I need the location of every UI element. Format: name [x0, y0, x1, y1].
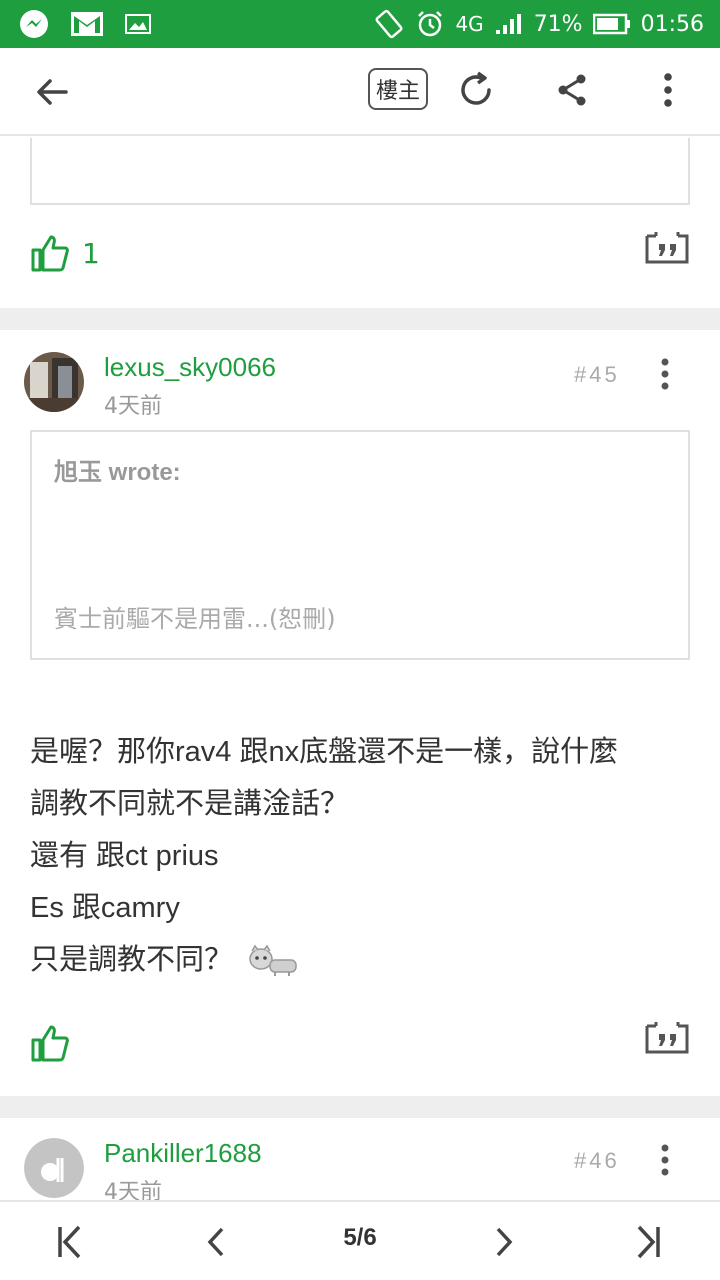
signal-icon — [494, 12, 524, 36]
back-arrow-icon — [37, 79, 68, 105]
rotate-icon — [373, 8, 405, 40]
previous-page-button[interactable] — [192, 1218, 240, 1266]
more-vert-icon — [661, 1144, 669, 1176]
reply-quote-button[interactable] — [644, 228, 690, 268]
reply-quote-button[interactable] — [644, 1018, 690, 1058]
username[interactable]: Pankiller1688 — [104, 1138, 262, 1169]
refresh-icon — [461, 71, 491, 105]
more-vert-icon — [664, 73, 672, 107]
emoticon-icon — [249, 944, 297, 976]
previous-quote-box — [30, 138, 690, 205]
post-line-with-emoji: 只是調教不同？ — [30, 934, 690, 986]
post-divider — [0, 1096, 720, 1118]
post-body: 是喔？那你rav4 跟nx底盤還不是一樣，說什麼 調教不同就不是講淦話？ 還有 … — [30, 726, 690, 986]
page-navigator: 5/6 — [0, 1200, 720, 1280]
more-options-button[interactable] — [644, 66, 692, 114]
alarm-icon — [415, 9, 445, 39]
avatar[interactable] — [24, 352, 84, 412]
app-bar: 樓主 — [0, 48, 720, 136]
thumbs-up-icon — [31, 235, 69, 272]
network-type: 4G — [455, 12, 484, 36]
image-icon — [124, 12, 152, 36]
post-time: 4天前 — [104, 1180, 162, 1200]
gmail-icon — [70, 10, 104, 38]
messenger-icon — [18, 8, 50, 40]
quote-text: 賓士前驅不是用雷...(恕刪) — [54, 605, 336, 633]
refresh-button[interactable] — [452, 66, 500, 114]
quote-author: 旭玉 wrote: — [54, 459, 181, 486]
next-page-button[interactable] — [480, 1218, 528, 1266]
quote-box[interactable]: 旭玉 wrote: 賓士前驅不是用雷...(恕刪) — [30, 430, 690, 660]
last-page-icon — [637, 1225, 660, 1259]
post-line: 調教不同就不是講淦話？ — [30, 788, 350, 820]
clock: 01:56 — [640, 11, 704, 37]
back-button[interactable] — [28, 68, 76, 116]
first-page-icon — [58, 1225, 81, 1259]
chevron-right-icon — [496, 1227, 513, 1257]
battery-icon — [592, 13, 631, 35]
avatar[interactable] — [24, 1138, 84, 1198]
thumbs-up-icon — [31, 1025, 69, 1062]
share-button[interactable] — [548, 66, 596, 114]
only-op-button[interactable]: 樓主 — [368, 68, 428, 110]
like-button[interactable] — [30, 1024, 70, 1062]
last-page-button[interactable] — [624, 1218, 672, 1266]
floor-number: #45 — [574, 362, 620, 387]
post-line: Es 跟camry — [30, 892, 180, 924]
post-line: 只是調教不同？ — [30, 944, 234, 976]
more-vert-icon — [661, 358, 669, 390]
share-icon — [558, 74, 586, 106]
battery-percent: 71% — [533, 11, 583, 37]
post-actions-45 — [0, 1018, 720, 1078]
chevron-left-icon — [207, 1227, 224, 1257]
like-button[interactable]: 1 — [30, 234, 100, 272]
post-time: 4天前 — [104, 394, 162, 419]
post-more-button[interactable] — [650, 356, 680, 392]
post-header-46: Pankiller1688 4天前 #46 — [0, 1138, 720, 1200]
quote-icon — [645, 1022, 689, 1054]
post-line: 是喔？那你rav4 跟nx底盤還不是一樣，說什麼 — [30, 736, 619, 768]
post-header-45: lexus_sky0066 4天前 #45 — [0, 352, 720, 432]
status-bar: 4G 71% 01:56 — [0, 0, 720, 48]
quote-icon — [645, 232, 689, 264]
previous-post-actions: 1 — [0, 228, 720, 288]
like-count: 1 — [82, 236, 100, 270]
post-divider — [0, 308, 720, 330]
first-page-button[interactable] — [46, 1218, 94, 1266]
post-line: 還有 跟ct prius — [30, 840, 219, 872]
floor-number: #46 — [574, 1148, 620, 1173]
post-more-button[interactable] — [650, 1142, 680, 1178]
username[interactable]: lexus_sky0066 — [104, 352, 276, 383]
page-indicator[interactable]: 5/6 — [320, 1224, 400, 1252]
thread-content[interactable]: 1 lexus_sky0066 4天前 #45 旭玉 wrote: 賓士前驅不是… — [0, 138, 720, 1200]
